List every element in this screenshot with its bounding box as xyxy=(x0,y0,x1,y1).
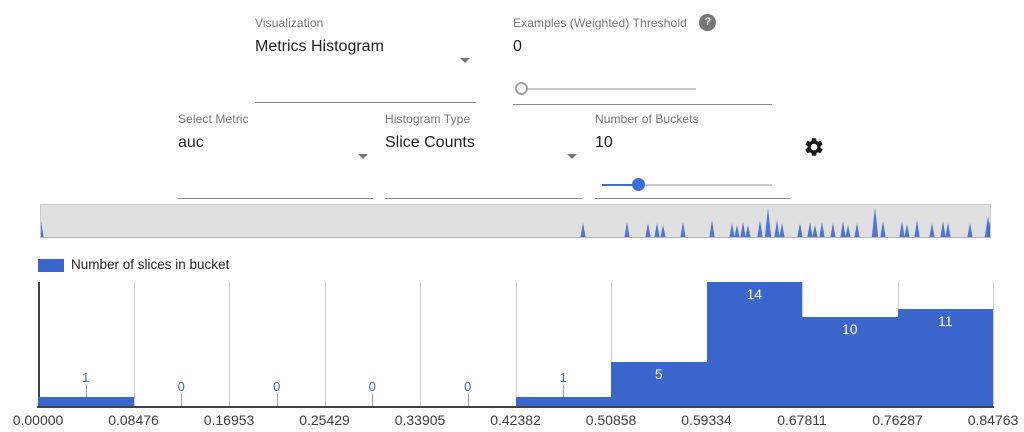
gridline xyxy=(993,282,994,406)
metrics-histogram-panel: Visualization Metrics Histogram Examples… xyxy=(0,0,1024,432)
chevron-down-icon[interactable] xyxy=(567,154,577,159)
select-metric-label: Select Metric xyxy=(178,112,373,126)
field-underline xyxy=(513,104,772,105)
histogram-type-dropdown[interactable]: Histogram Type Slice Counts xyxy=(385,112,582,153)
x-tick-label: 0.84763 xyxy=(968,412,1019,428)
chevron-down-icon[interactable] xyxy=(358,154,368,159)
legend-label: Number of slices in bucket xyxy=(71,257,229,272)
annotation-stem xyxy=(181,394,182,406)
x-tick-label: 0.59334 xyxy=(681,412,732,428)
histogram-type-label: Histogram Type xyxy=(385,112,582,126)
bar-value-label: 11 xyxy=(938,313,953,329)
select-metric-dropdown[interactable]: Select Metric auc xyxy=(178,112,373,153)
field-underline xyxy=(178,198,373,199)
threshold-input[interactable]: 0 xyxy=(513,38,772,56)
bar-value-label: 5 xyxy=(655,366,663,382)
legend-color-swatch xyxy=(38,259,64,272)
bar-value-label: 0 xyxy=(178,379,185,394)
x-tick-label: 0.16953 xyxy=(204,412,255,428)
threshold-slider-thumb[interactable] xyxy=(515,82,528,95)
threshold-label: Examples (Weighted) Threshold xyxy=(513,16,687,30)
slider-track[interactable] xyxy=(515,88,696,90)
x-tick-label: 0.25429 xyxy=(299,412,350,428)
histogram-type-value: Slice Counts xyxy=(385,134,582,152)
x-tick-label: 0.08476 xyxy=(108,412,159,428)
gridline xyxy=(420,282,421,406)
bar-value-label: 0 xyxy=(273,379,280,394)
help-icon[interactable]: ? xyxy=(699,14,716,31)
gridline xyxy=(134,282,135,406)
x-tick-label: 0.33905 xyxy=(395,412,446,428)
y-axis-line xyxy=(38,282,40,406)
histogram-bar[interactable] xyxy=(516,397,612,406)
gridline xyxy=(325,282,326,406)
bar-value-label: 0 xyxy=(369,379,376,394)
gridline xyxy=(229,282,230,406)
num-buckets-input[interactable]: 10 xyxy=(595,134,790,152)
x-tick-label: 0.42382 xyxy=(490,412,541,428)
num-buckets-field[interactable]: Number of Buckets 10 xyxy=(595,112,790,153)
select-metric-value: auc xyxy=(178,134,373,152)
slice-density-spikes xyxy=(41,205,990,237)
x-tick-label: 0.76287 xyxy=(872,412,923,428)
visualization-dropdown[interactable]: Visualization Metrics Histogram xyxy=(255,16,476,57)
annotation-stem xyxy=(372,394,373,406)
field-underline xyxy=(385,198,582,199)
annotation-stem xyxy=(468,394,469,406)
examples-threshold-field[interactable]: Examples (Weighted) Threshold ? 0 xyxy=(513,14,772,57)
histogram-bar[interactable] xyxy=(38,397,134,406)
threshold-slider[interactable] xyxy=(515,82,696,95)
visualization-label: Visualization xyxy=(255,16,476,30)
bar-value-label: 1 xyxy=(560,370,567,385)
gridline xyxy=(516,282,517,406)
x-tick-label: 0.50858 xyxy=(586,412,637,428)
slice-overview-strip[interactable] xyxy=(40,204,991,238)
bar-value-label: 0 xyxy=(464,379,471,394)
bar-value-label: 10 xyxy=(842,321,858,337)
bar-value-label: 14 xyxy=(747,286,763,302)
visualization-value: Metrics Histogram xyxy=(255,38,476,56)
x-tick-label: 0.00000 xyxy=(13,412,64,428)
bar-value-label: 1 xyxy=(82,370,89,385)
annotation-stem xyxy=(86,385,87,397)
x-tick-label: 0.67811 xyxy=(777,412,827,428)
annotation-stem xyxy=(277,394,278,406)
chevron-down-icon[interactable] xyxy=(460,58,470,63)
field-underline xyxy=(255,102,476,103)
settings-gear-icon[interactable] xyxy=(803,136,825,158)
field-underline xyxy=(595,198,790,199)
num-buckets-slider[interactable] xyxy=(602,178,772,192)
annotation-stem xyxy=(563,385,564,397)
num-buckets-slider-thumb[interactable] xyxy=(632,178,645,191)
num-buckets-label: Number of Buckets xyxy=(595,112,790,126)
x-axis-line xyxy=(37,406,994,408)
